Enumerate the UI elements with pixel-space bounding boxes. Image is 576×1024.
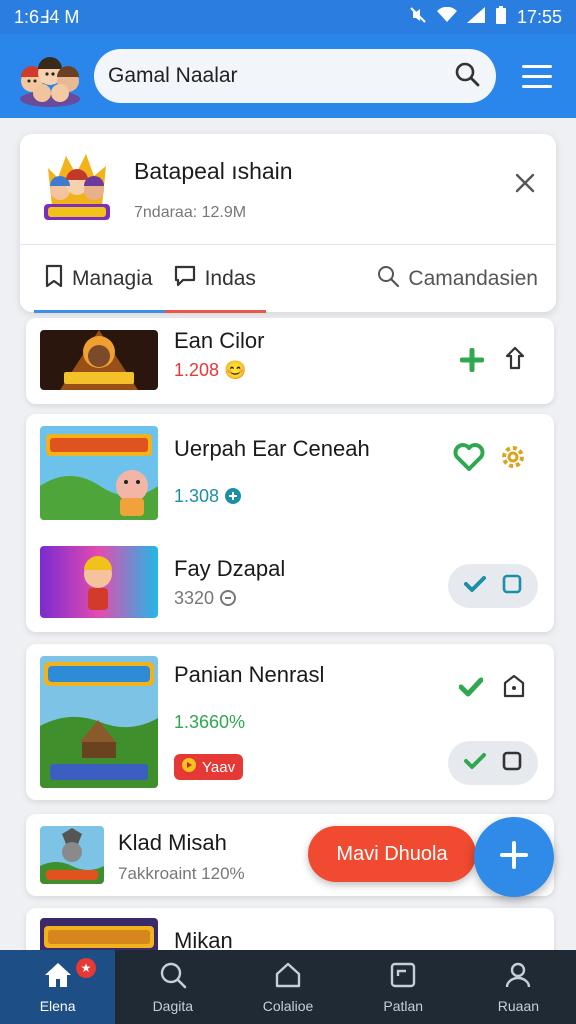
game-meta: 1.208 😊 xyxy=(174,360,246,381)
bottom-navigation: Elena ★ Dagita Colalioe Patlan Ruaan xyxy=(0,950,576,1024)
play-icon xyxy=(182,758,196,776)
nav-item-collection[interactable]: Colalioe xyxy=(230,950,345,1024)
add-fab-button[interactable] xyxy=(474,817,554,897)
game-meta: 3320 xyxy=(174,588,237,609)
add-icon[interactable] xyxy=(458,346,486,374)
gallery-icon xyxy=(389,961,417,992)
game-meta: 1.3660% xyxy=(174,712,245,733)
featured-game-thumbnail[interactable] xyxy=(38,148,116,228)
tab-indas[interactable]: Indas xyxy=(164,245,267,313)
list-item[interactable]: Fay Dzapal 3320 xyxy=(26,530,554,632)
check-icon[interactable] xyxy=(464,575,486,598)
plus-icon xyxy=(496,837,532,878)
tab-label: Indas xyxy=(204,266,256,290)
share-icon[interactable] xyxy=(500,344,530,374)
nav-item-patlan[interactable]: Patlan xyxy=(346,950,461,1024)
youtube-badge[interactable]: Yaav xyxy=(174,754,244,780)
globe-icon xyxy=(224,486,242,506)
user-icon xyxy=(504,961,532,992)
house-outline-icon xyxy=(274,961,302,992)
game-meta-value: 7akkroaint 120% xyxy=(118,864,245,883)
game-thumbnail xyxy=(40,656,158,788)
check-icon[interactable] xyxy=(458,674,484,700)
wifi-icon xyxy=(436,6,457,28)
nav-label: Elena xyxy=(39,997,76,1014)
tab-managia[interactable]: Managia xyxy=(34,245,165,313)
tab-label: Camandasien xyxy=(408,266,538,290)
share-icon[interactable] xyxy=(500,672,528,700)
close-icon[interactable] xyxy=(514,172,536,198)
game-title: Uerpah Ear Ceneah xyxy=(174,436,370,461)
game-card[interactable]: Panian Nenrasl 1.3660% Yaav xyxy=(26,644,554,800)
app-logo[interactable] xyxy=(14,43,86,109)
check-icon[interactable] xyxy=(464,752,486,775)
notification-badge: ★ xyxy=(76,958,96,978)
nav-item-search[interactable]: Dagita xyxy=(115,950,230,1024)
game-card: Uerpah Ear Ceneah 1.308 Fay Dzapal 3320 xyxy=(26,414,554,632)
nav-label: Patlan xyxy=(383,997,424,1014)
search-icon xyxy=(159,961,187,992)
status-icons: 17:55 xyxy=(409,5,562,29)
search-bar[interactable]: Gamal Naalar xyxy=(94,49,496,103)
chat-icon xyxy=(173,265,197,293)
game-thumbnail xyxy=(40,330,158,390)
hamburger-menu-icon[interactable] xyxy=(522,61,552,91)
checkbox-icon[interactable] xyxy=(502,574,522,599)
gear-icon[interactable] xyxy=(498,442,528,472)
featured-title: Batapeal ıshain xyxy=(134,158,293,184)
emoji-icon: 😊 xyxy=(224,360,247,380)
search-icon xyxy=(376,264,400,294)
tab-camandasien[interactable]: Camandasien xyxy=(376,245,556,313)
game-meta-value: 1.308 xyxy=(174,486,220,506)
heart-icon[interactable] xyxy=(452,440,486,474)
fab-label-button[interactable]: Mavi Dhuola xyxy=(308,826,476,882)
status-time-right: 17:55 xyxy=(516,6,562,27)
status-bar: 1:6Ⅎ4 M 17:55 xyxy=(0,0,576,34)
nav-item-home[interactable]: Elena ★ xyxy=(0,950,116,1024)
game-title: Panian Nenrasl xyxy=(174,662,325,687)
featured-header-card: Batapeal ıshain 7ndaraa: 12.9M Managia I… xyxy=(20,134,556,313)
game-meta: 1.308 xyxy=(174,486,242,507)
game-title: Klad Misah xyxy=(118,830,227,855)
featured-subtitle: 7ndaraa: 12.9M xyxy=(134,204,247,221)
badge-label: Yaav xyxy=(202,758,236,776)
search-input[interactable]: Gamal Naalar xyxy=(108,64,238,88)
game-meta-value: 3320 xyxy=(174,588,215,608)
game-meta-value: 1.208 xyxy=(174,360,220,380)
action-toggle-group xyxy=(448,564,538,608)
status-time-left: 1:6Ⅎ4 M xyxy=(14,6,80,27)
tab-bar: Managia Indas Camandasien xyxy=(20,244,556,313)
tab-label: Managia xyxy=(72,266,153,290)
action-toggle-group xyxy=(448,741,538,785)
game-meta-value: 1.3660% xyxy=(174,712,246,732)
app-bar: Gamal Naalar xyxy=(0,34,576,118)
game-meta: 7akkroaint 120% xyxy=(118,864,245,884)
signal-icon xyxy=(466,6,485,28)
list-item[interactable]: Uerpah Ear Ceneah 1.308 xyxy=(26,414,554,530)
bookmark-icon xyxy=(44,264,64,294)
home-icon xyxy=(43,961,73,992)
battery-icon xyxy=(495,5,507,29)
game-thumbnail xyxy=(40,546,158,618)
search-icon[interactable] xyxy=(454,61,480,92)
info-icon xyxy=(219,588,237,608)
nav-label: Dagita xyxy=(152,997,194,1014)
game-title: Fay Dzapal xyxy=(174,556,286,581)
mute-icon xyxy=(409,6,427,29)
game-thumbnail xyxy=(40,826,104,884)
checkbox-icon[interactable] xyxy=(502,751,522,776)
game-card[interactable]: Ean Cilor 1.208 😊 xyxy=(26,318,554,404)
game-title: Ean Cilor xyxy=(174,328,265,353)
nav-label: Colalioe xyxy=(262,997,314,1014)
nav-label: Ruaan xyxy=(497,997,540,1014)
game-thumbnail xyxy=(40,426,158,520)
nav-item-profile[interactable]: Ruaan xyxy=(461,950,576,1024)
